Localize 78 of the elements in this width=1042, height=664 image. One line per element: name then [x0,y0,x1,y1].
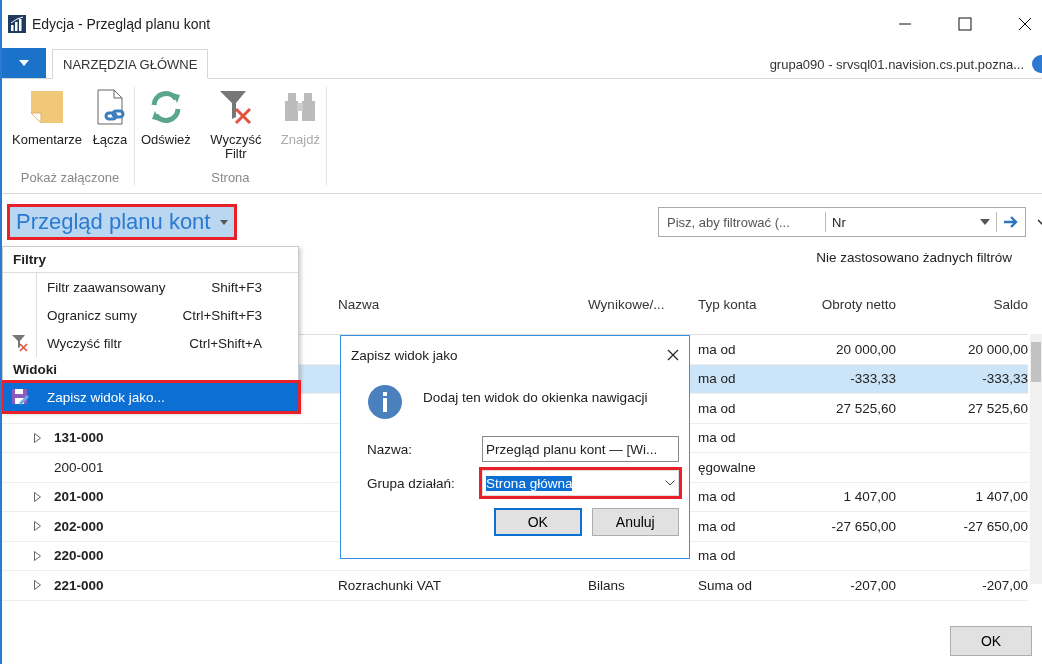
table-cell: 131-000 [54,430,104,446]
column-header[interactable]: Obroty netto [774,296,896,312]
group-dropdown[interactable]: Strona główna [482,470,679,496]
app-menu-button[interactable] [2,48,46,78]
column-header[interactable]: Wynikowe/... [582,296,692,312]
scrollbar[interactable] [1030,334,1042,584]
note-icon [29,89,65,125]
name-field[interactable]: Przegląd planu kont — [Wi... [482,436,679,462]
arrow-right-icon[interactable] [1003,216,1019,228]
ribbon-group-label: Pokaż załączone [20,170,120,185]
expand-icon[interactable] [34,521,41,532]
table-cell: 20 000,00 [835,341,896,357]
table-cell: 202-000 [54,518,104,534]
expand-icon[interactable] [34,580,41,591]
column-header[interactable]: Typ konta [692,296,774,312]
expand-icon[interactable] [34,432,41,443]
caret-icon [220,219,229,225]
ribbon-button[interactable]: Wyczyść Filtr [198,87,273,170]
caret-icon [980,219,990,225]
dialog-title: Zapisz widok jako [351,347,458,363]
ribbon-group-label: Strona [211,170,250,185]
ok-button[interactable]: OK [950,626,1032,656]
dialog-message: Dodaj ten widok do okienka nawigacji [423,390,648,405]
caret-icon [19,60,29,66]
table-cell: 220-000 [54,548,104,564]
table-cell: ma od [698,371,736,387]
chevron-down-icon [665,480,675,486]
menu-item[interactable]: Zapisz widok jako... [3,383,298,411]
close-icon[interactable] [1018,17,1032,31]
menu-item[interactable]: Wyczyść filtr Ctrl+Shift+A [3,329,298,357]
info-icon [367,384,403,420]
app-icon [8,15,26,33]
table-cell: ma od [698,400,736,416]
table-cell: Suma od [698,577,753,593]
menu-item[interactable]: Filtr zaawansowany Shift+F3 [3,273,298,301]
table-cell: ęgowalne [698,459,756,475]
table-cell: -207,00 [850,577,896,593]
menu-header: Filtry [3,247,298,273]
maximize-icon[interactable] [958,17,972,31]
table-cell: -27 650,00 [963,518,1028,534]
ribbon-button[interactable]: Łącza [90,87,130,170]
table-cell: ma od [698,430,736,446]
menu-item[interactable]: Ogranicz sumy Ctrl+Shift+F3 [3,301,298,329]
table-cell: 201-000 [54,489,104,505]
filter-status: Nie zastosowano żadnych filtrów [816,250,1012,267]
table-cell: -333,33 [982,371,1028,387]
table-cell: ma od [698,548,736,564]
table-cell: 200-001 [54,459,104,475]
ribbon-button[interactable]: Odśwież [139,87,193,170]
table-cell: 1 407,00 [843,489,896,505]
table-cell: Bilans [588,577,625,593]
table-cell: ma od [698,518,736,534]
ribbon-button[interactable]: Komentarze [10,87,84,170]
clear-filter-icon [10,334,29,352]
table-cell: 20 000,00 [967,341,1028,357]
table-cell: ma od [698,489,736,505]
table-cell: ma od [698,341,736,357]
close-icon[interactable] [667,349,679,361]
window-title: Edycja - Przegląd planu kont [32,16,211,32]
table-cell: -333,33 [850,371,896,387]
connection-label: grupa090 - srvsql01.navision.cs.put.pozna... [769,57,1024,72]
table-cell: -207,00 [982,577,1028,593]
filter-field-selector[interactable]: Nr [832,214,980,230]
table-cell: 27 525,60 [835,400,896,416]
expand-icon[interactable] [34,491,41,502]
dialog-button[interactable]: OK [494,508,582,536]
expand-icon[interactable] [34,550,41,561]
table-row[interactable]: 221-000 Rozrachunki VAT Bilans Suma od -207,00 -207,00 [2,571,1028,601]
table-cell: 221-000 [54,577,104,593]
column-header[interactable]: Nazwa [332,296,582,312]
table-cell: 1 407,00 [975,489,1028,505]
dialog-button[interactable]: Anuluj [591,508,679,536]
table-cell: Rozrachunki VAT [338,577,442,593]
ribbon-tab[interactable]: NARZĘDZIA GŁÓWNE [52,49,209,79]
table-cell: 27 525,60 [967,400,1028,416]
table-cell: -27 650,00 [831,518,896,534]
column-header[interactable]: Saldo [896,296,1028,312]
save-icon [10,388,29,406]
